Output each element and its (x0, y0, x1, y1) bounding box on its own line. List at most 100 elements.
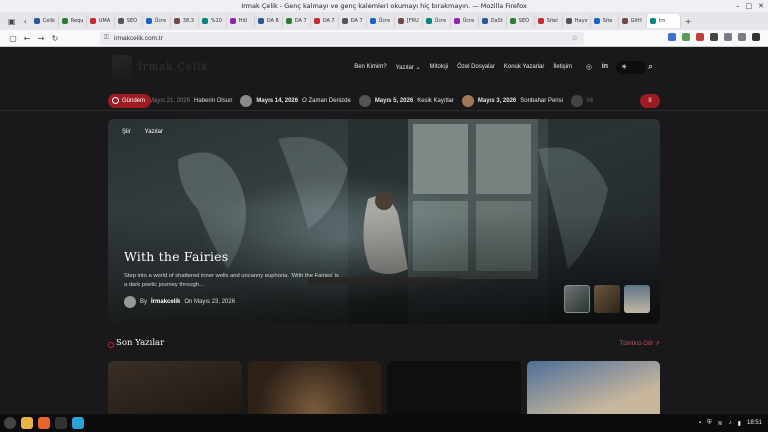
browser-tab[interactable]: %10 (199, 14, 227, 28)
ticker-title: Kesik Kayıtlar (417, 98, 454, 104)
browser-tab[interactable]: Ücre (367, 14, 395, 28)
browser-tab[interactable]: DA 7 (339, 14, 367, 28)
browser-tab[interactable]: Ücre (451, 14, 479, 28)
browser-tab[interactable]: DA 7 (283, 14, 311, 28)
wifi-icon[interactable]: ≋ (718, 420, 723, 427)
ticker-item[interactable]: Mayıs 21, 2026 Haberin Olsun (149, 98, 232, 104)
author-link[interactable]: İrmakcelik (151, 299, 180, 305)
menu-item-ben-kimim[interactable]: Ben Kimim? (354, 64, 386, 71)
battery-icon[interactable]: ▮ (738, 420, 741, 427)
extension-icon[interactable] (682, 33, 690, 41)
tag-yazilar[interactable]: Yazılar (145, 129, 163, 135)
back-icon[interactable]: ← (20, 34, 34, 43)
browser-tab[interactable]: Ücre (423, 14, 451, 28)
menu-item-ozel-dosyalar[interactable]: Özel Dosyalar (457, 64, 495, 71)
tab-label: Irn (658, 18, 666, 24)
minimize-icon[interactable]: – (736, 2, 740, 10)
sidebar-icon[interactable]: ▢ (6, 34, 20, 43)
forward-icon[interactable]: → (34, 34, 48, 43)
menu-item-iletisim[interactable]: İletişim (553, 64, 572, 71)
reload-icon[interactable]: ↻ (48, 34, 62, 43)
maximize-icon[interactable]: □ (746, 2, 753, 10)
extension-icon[interactable] (738, 33, 746, 41)
thumbnail[interactable] (594, 285, 620, 313)
ticker-item[interactable]: Mi (570, 95, 593, 107)
favicon-icon (453, 18, 460, 24)
browser-tab[interactable]: GitH (619, 14, 647, 28)
ticker-badge: Gündem (108, 94, 152, 108)
start-menu-icon[interactable] (4, 417, 16, 429)
tab-label: GitH (630, 18, 642, 24)
terminal-icon[interactable] (55, 417, 67, 429)
ticker-item[interactable]: Mayıs 5, 2026 Kesik Kayıtlar (358, 95, 454, 107)
browser-tab[interactable]: 38.3 (171, 14, 199, 28)
record-icon (108, 342, 114, 348)
browser-tab[interactable]: DA 8 (255, 14, 283, 28)
site-logo[interactable]: Irmak Çelik (108, 55, 238, 81)
linkedin-icon[interactable]: in (602, 63, 608, 70)
post-card[interactable] (247, 361, 381, 414)
browser-tab[interactable]: DaSt (479, 14, 507, 28)
menu-item-konuk-yazarlar[interactable]: Konuk Yazarlar (504, 64, 544, 71)
favicon-icon (229, 18, 236, 24)
thumbnail[interactable] (564, 285, 590, 313)
ticker-thumbnail (570, 95, 583, 107)
scroll-left-icon[interactable]: ‹ (20, 17, 31, 26)
browser-tab[interactable]: Celik (31, 14, 59, 28)
menu-item-yazilar[interactable]: Yazılar ⌄ (396, 64, 421, 71)
files-icon[interactable] (21, 417, 33, 429)
featured-post[interactable]: Şiir Yazılar With the Fairies Step into … (108, 119, 660, 324)
post-card[interactable] (108, 361, 242, 414)
browser-tab[interactable]: Ücre (143, 14, 171, 28)
browser-tab[interactable]: Hitl (227, 14, 255, 28)
theme-toggle[interactable]: ☀ (616, 61, 646, 74)
tab-label: Sitel (546, 18, 558, 24)
extension-icon[interactable] (710, 33, 718, 41)
browser-tab[interactable]: [FRU (395, 14, 423, 28)
extension-icon[interactable] (724, 33, 732, 41)
volume-icon[interactable]: ♪ (729, 420, 732, 426)
ticker-title: Sonbahar Perisi (520, 98, 563, 104)
bookmark-star-icon[interactable]: ☆ (572, 32, 578, 45)
browser-tab[interactable]: DA 7 (311, 14, 339, 28)
post-card[interactable] (387, 361, 521, 414)
url-bar[interactable]: ⚿ irmakcelik.com.tr ☆ (100, 32, 584, 45)
ticker-item[interactable]: Mayıs 3, 2026 Sonbahar Perisi (461, 95, 563, 107)
favicon-icon (61, 18, 68, 24)
record-icon (112, 97, 119, 104)
tag-siir[interactable]: Şiir (122, 129, 131, 135)
shield-icon[interactable]: ⛨ (707, 420, 712, 427)
post-card[interactable] (526, 361, 660, 414)
browser-tab[interactable]: SEO (115, 14, 143, 28)
search-icon[interactable]: ⌕ (648, 61, 660, 73)
extension-icon[interactable] (668, 33, 676, 41)
browser-tab[interactable]: UMA (87, 14, 115, 28)
instagram-icon[interactable]: ◎ (586, 63, 592, 71)
tab-label: [FRU (406, 18, 419, 24)
post-title[interactable]: With the Fairies (124, 249, 228, 264)
thumbnail[interactable] (624, 285, 650, 313)
app-icon[interactable] (72, 417, 84, 429)
browser-tab[interactable]: Hayır (563, 14, 591, 28)
clock[interactable]: 18:51 (747, 420, 762, 426)
browser-tab[interactable]: Sitel (535, 14, 563, 28)
ticker-item[interactable]: Mayıs 14, 2026 O Zaman Denizde (240, 95, 351, 107)
favicon-icon (621, 18, 628, 24)
menu-item-mitoloji[interactable]: Mitoloji (430, 64, 449, 71)
close-icon[interactable]: ✕ (758, 2, 764, 10)
menu-icon[interactable] (752, 33, 760, 41)
view-all-link[interactable]: Tümünü Gör ↗ (620, 340, 660, 347)
favicon-icon (593, 18, 600, 24)
divider (0, 110, 768, 111)
tab-list-icon[interactable]: ▣ (4, 17, 20, 26)
browser-tab[interactable]: SEO (507, 14, 535, 28)
browser-tab[interactable]: Irn (646, 14, 681, 28)
browser-tab[interactable]: Requ (59, 14, 87, 28)
pause-button[interactable]: II (640, 94, 660, 108)
firefox-icon[interactable] (38, 417, 50, 429)
new-tab-icon[interactable]: + (681, 17, 696, 26)
extension-icon[interactable] (696, 33, 704, 41)
browser-tab[interactable]: Site (591, 14, 619, 28)
tray-icon[interactable]: ▪ (699, 420, 701, 426)
window-controls: – □ ✕ (736, 0, 764, 12)
